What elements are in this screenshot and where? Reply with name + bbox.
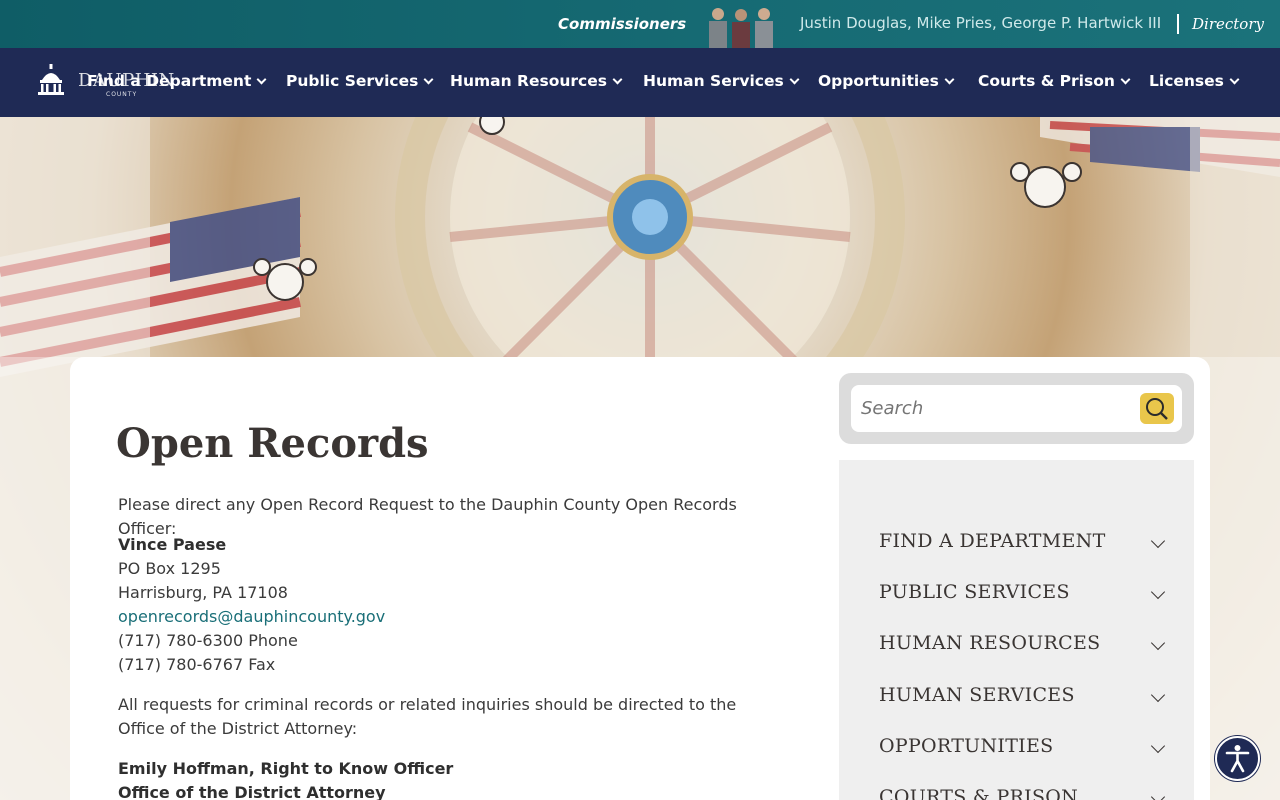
chevron-down-icon: [944, 74, 955, 85]
nav-label: Courts & Prison: [978, 72, 1115, 90]
nav-label: Human Services: [643, 72, 784, 90]
page-title: Open Records: [116, 420, 429, 467]
chevron-down-icon[interactable]: [1150, 533, 1166, 549]
nav-licenses[interactable]: Licenses: [1149, 72, 1240, 90]
sidebar-item-human-resources[interactable]: HUMAN RESOURCES: [879, 632, 1100, 654]
search-icon: [1146, 398, 1168, 420]
nav-public-services[interactable]: Public Services: [286, 72, 434, 90]
logo-subtext: COUNTY: [106, 91, 138, 98]
search-button[interactable]: [1140, 393, 1174, 424]
nav-human-resources[interactable]: Human Resources: [450, 72, 623, 90]
sidebar-item-courts-prison[interactable]: COURTS & PRISON: [879, 786, 1078, 800]
nav-human-services[interactable]: Human Services: [643, 72, 800, 90]
chevron-down-icon: [612, 74, 623, 85]
nav-label: Public Services: [286, 72, 419, 90]
chevron-down-icon: [1229, 74, 1240, 85]
chevron-down-icon: [256, 74, 267, 85]
chevron-down-icon[interactable]: [1150, 738, 1166, 754]
capitol-dome-icon: [38, 64, 64, 95]
chevron-down-icon[interactable]: [1150, 635, 1166, 651]
officer-contact: Vince Paese PO Box 1295 Harrisburg, PA 1…: [118, 533, 783, 677]
commissioners-bar: Commissioners Justin Douglas, Mike Pries…: [0, 0, 1280, 48]
da-office-name: Office of the District Attorney: [118, 783, 386, 800]
criminal-records-note: All requests for criminal records or rel…: [118, 695, 737, 738]
phone-number: (717) 780-6300 Phone: [118, 631, 298, 650]
chevron-down-icon[interactable]: [1150, 789, 1166, 800]
email-link[interactable]: openrecords@dauphincounty.gov: [118, 605, 783, 629]
nav-label: Human Resources: [450, 72, 607, 90]
accessibility-button[interactable]: [1215, 736, 1260, 781]
divider: [1177, 14, 1179, 34]
chevron-down-icon[interactable]: [1150, 584, 1166, 600]
fax-number: (717) 780-6767 Fax: [118, 655, 276, 674]
chevron-down-icon: [789, 74, 800, 85]
nav-label: Licenses: [1149, 72, 1224, 90]
search-box: [839, 373, 1194, 444]
chevron-down-icon: [1120, 74, 1131, 85]
chevron-down-icon: [423, 74, 434, 85]
chevron-down-icon[interactable]: [1150, 687, 1166, 703]
commissioners-label[interactable]: Commissioners: [558, 15, 686, 33]
city-address: Harrisburg, PA 17108: [118, 583, 288, 602]
accessibility-icon: [1225, 745, 1250, 773]
da-contact: Emily Hoffman, Right to Know Officer Off…: [118, 757, 783, 800]
commissioners-photo[interactable]: [704, 4, 778, 48]
sidebar-item-public-services[interactable]: PUBLIC SERVICES: [879, 581, 1070, 603]
officer-name: Vince Paese: [118, 535, 227, 554]
nav-label: Opportunities: [818, 72, 939, 90]
nav-find-department[interactable]: Find a Department: [87, 72, 267, 90]
sidebar-item-human-services[interactable]: HUMAN SERVICES: [879, 684, 1075, 706]
main-nav: DAUPHIN COUNTY Find a Department Public …: [0, 48, 1280, 117]
sidebar-item-opportunities[interactable]: OPPORTUNITIES: [879, 735, 1053, 757]
search-input[interactable]: [851, 385, 1182, 432]
sidebar-item-find-department[interactable]: FIND A DEPARTMENT: [879, 530, 1106, 552]
nav-courts-prison[interactable]: Courts & Prison: [978, 72, 1131, 90]
sidebar-menu: FIND A DEPARTMENT PUBLIC SERVICES HUMAN …: [839, 460, 1194, 800]
po-box: PO Box 1295: [118, 559, 221, 578]
nav-label: Find a Department: [87, 72, 252, 90]
nav-opportunities[interactable]: Opportunities: [818, 72, 955, 90]
directory-link[interactable]: Directory: [1192, 15, 1264, 33]
da-contact-name: Emily Hoffman, Right to Know Officer: [118, 759, 454, 778]
commissioner-names[interactable]: Justin Douglas, Mike Pries, George P. Ha…: [800, 14, 1161, 32]
